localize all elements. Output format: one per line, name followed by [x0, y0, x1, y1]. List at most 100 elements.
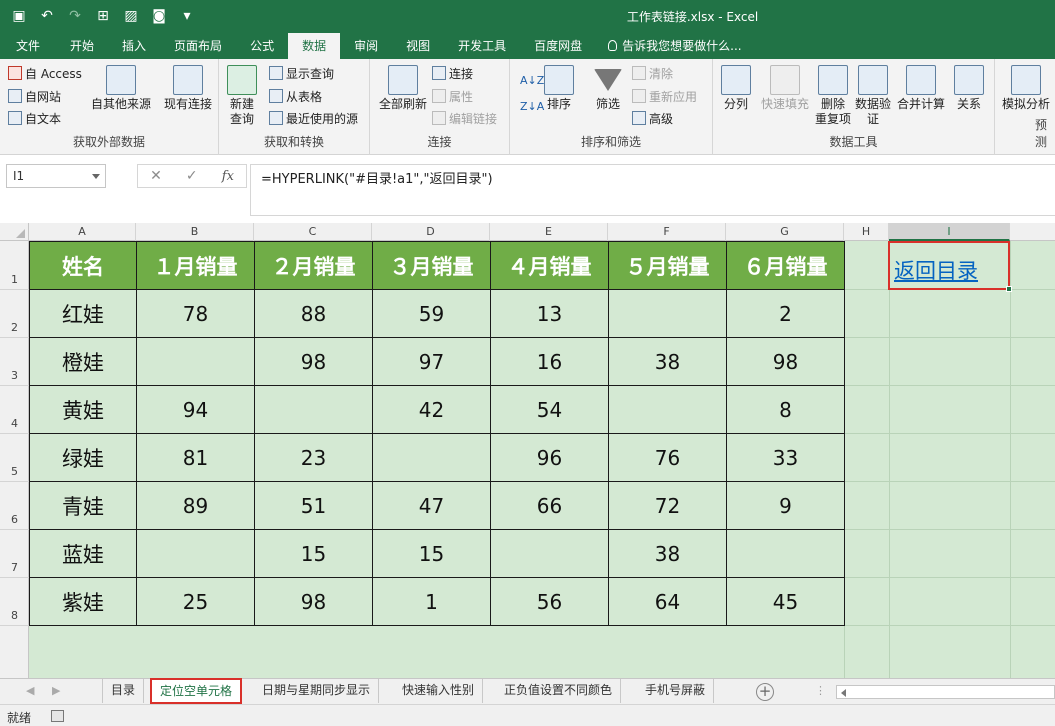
what-if-analysis-button[interactable]: 模拟分析 [999, 65, 1053, 112]
data-cell[interactable]: 72 [608, 481, 727, 530]
data-cell[interactable]: 38 [608, 529, 727, 578]
data-cell[interactable]: 98 [726, 337, 845, 386]
tab-baidu-netdisk[interactable]: 百度网盘 [520, 33, 596, 59]
add-sheet-icon[interactable]: + [756, 683, 774, 701]
tell-me-search[interactable]: 告诉我您想要做什么... [596, 33, 742, 59]
header-cell[interactable]: ５月销量 [608, 241, 727, 290]
row-header[interactable]: 1 [0, 241, 29, 290]
data-cell[interactable]: 98 [254, 337, 373, 386]
row-header[interactable]: 3 [0, 338, 29, 386]
from-other-sources-button[interactable]: 自其他来源 [88, 65, 154, 112]
data-cell[interactable] [136, 337, 255, 386]
text-to-columns-button[interactable]: 分列 [719, 65, 753, 112]
row-header[interactable]: 5 [0, 434, 29, 482]
data-cell[interactable]: 25 [136, 577, 255, 626]
data-cell[interactable]: 42 [372, 385, 491, 434]
connections-button[interactable]: 连接 [432, 64, 473, 84]
consolidate-button[interactable]: 合并计算 [895, 65, 947, 112]
selected-cell-i1[interactable]: 返回目录 [888, 241, 1012, 292]
column-header[interactable]: G [726, 223, 844, 241]
next-sheet-icon[interactable]: ▶ [52, 684, 60, 697]
data-cell[interactable] [608, 289, 727, 338]
column-header[interactable]: E [490, 223, 608, 241]
new-query-button[interactable]: 新建 查询 [225, 65, 259, 127]
name-cell[interactable]: 橙娃 [29, 337, 137, 386]
data-cell[interactable]: 64 [608, 577, 727, 626]
tab-view[interactable]: 视图 [392, 33, 444, 59]
relationships-button[interactable]: 关系 [951, 65, 987, 112]
show-queries-button[interactable]: 显示查询 [269, 64, 334, 84]
data-cell[interactable]: 9 [726, 481, 845, 530]
name-box[interactable]: I1 [6, 164, 106, 188]
data-cell[interactable]: 96 [490, 433, 609, 482]
header-cell[interactable]: ２月销量 [254, 241, 373, 290]
data-cell[interactable] [136, 529, 255, 578]
from-web-button[interactable]: 自网站 [8, 87, 61, 107]
select-all-button[interactable] [0, 223, 29, 241]
from-table-button[interactable]: 从表格 [269, 87, 322, 107]
tab-review[interactable]: 审阅 [340, 33, 392, 59]
row-header[interactable]: 4 [0, 386, 29, 434]
column-header[interactable]: B [136, 223, 254, 241]
sort-az-icon[interactable]: A↓Z [520, 71, 544, 91]
row-header[interactable]: 6 [0, 482, 29, 530]
refresh-all-button[interactable]: 全部刷新 [374, 65, 432, 112]
column-header[interactable]: D [372, 223, 490, 241]
data-cell[interactable]: 38 [608, 337, 727, 386]
data-cell[interactable]: 78 [136, 289, 255, 338]
data-cell[interactable]: 66 [490, 481, 609, 530]
name-cell[interactable]: 青娃 [29, 481, 137, 530]
tab-home[interactable]: 开始 [56, 33, 108, 59]
name-cell[interactable]: 黄娃 [29, 385, 137, 434]
data-cell[interactable]: 15 [254, 529, 373, 578]
sheet-tab[interactable]: 手机号屏蔽 [637, 679, 715, 703]
cancel-icon[interactable]: ✕ [150, 168, 162, 184]
tab-page-layout[interactable]: 页面布局 [160, 33, 236, 59]
tab-data[interactable]: 数据 [288, 33, 341, 59]
column-header[interactable]: C [254, 223, 372, 241]
header-cell[interactable]: １月销量 [136, 241, 255, 290]
from-text-button[interactable]: 自文本 [8, 109, 61, 129]
tab-insert[interactable]: 插入 [108, 33, 160, 59]
name-cell[interactable]: 紫娃 [29, 577, 137, 626]
data-cell[interactable]: 89 [136, 481, 255, 530]
data-cell[interactable] [254, 385, 373, 434]
data-cell[interactable]: 81 [136, 433, 255, 482]
clear-filter-button[interactable]: 清除 [632, 64, 673, 84]
remove-duplicates-button[interactable]: 删除 重复项 [813, 65, 853, 127]
row-header[interactable]: 8 [0, 578, 29, 626]
row-header[interactable]: 2 [0, 290, 29, 338]
name-cell[interactable]: 红娃 [29, 289, 137, 338]
prev-sheet-icon[interactable]: ◀ [26, 684, 34, 697]
name-cell[interactable]: 绿娃 [29, 433, 137, 482]
properties-button[interactable]: 属性 [432, 87, 473, 107]
data-cell[interactable]: 13 [490, 289, 609, 338]
data-cell[interactable]: 97 [372, 337, 491, 386]
data-cell[interactable]: 23 [254, 433, 373, 482]
flash-fill-button[interactable]: 快速填充 [757, 65, 813, 112]
data-cell[interactable]: 56 [490, 577, 609, 626]
edit-links-button[interactable]: 编辑链接 [432, 109, 497, 129]
sheet-tab[interactable]: 日期与星期同步显示 [254, 679, 380, 703]
data-cell[interactable]: 88 [254, 289, 373, 338]
data-cell[interactable]: 98 [254, 577, 373, 626]
data-cell[interactable] [490, 529, 609, 578]
data-cell[interactable] [608, 385, 727, 434]
data-cell[interactable]: 54 [490, 385, 609, 434]
reapply-button[interactable]: 重新应用 [632, 87, 697, 107]
existing-connections-button[interactable]: 现有连接 [160, 65, 216, 112]
data-cell[interactable]: 15 [372, 529, 491, 578]
header-cell[interactable]: ４月销量 [490, 241, 609, 290]
data-cell[interactable] [372, 433, 491, 482]
advanced-filter-button[interactable]: 高级 [632, 109, 673, 129]
data-cell[interactable]: 2 [726, 289, 845, 338]
column-header-selected[interactable]: I [889, 223, 1010, 241]
sheet-tab[interactable]: 快速输入性别 [394, 679, 484, 703]
sheet-tab[interactable]: 正负值设置不同颜色 [496, 679, 622, 703]
data-cell[interactable] [726, 529, 845, 578]
back-to-toc-link[interactable]: 返回目录 [894, 255, 978, 285]
data-cell[interactable]: 1 [372, 577, 491, 626]
recent-sources-button[interactable]: 最近使用的源 [269, 109, 358, 129]
data-cell[interactable]: 59 [372, 289, 491, 338]
formula-input[interactable]: =HYPERLINK("#目录!a1","返回目录") [250, 164, 1055, 216]
